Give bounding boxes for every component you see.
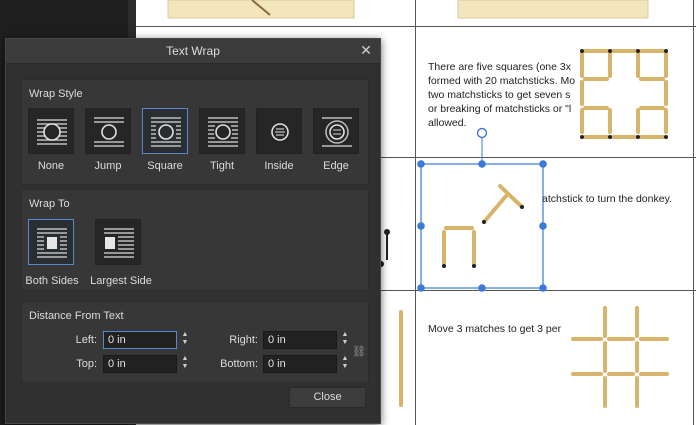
cell-text-line: two matchsticks to get seven s xyxy=(428,89,571,101)
cell-text-line: There are five squares (one 3x xyxy=(428,61,571,73)
wrap-none-label: None xyxy=(37,160,65,172)
wrap-largest-side-label: Largest Side xyxy=(90,275,152,287)
left-distance-input[interactable]: 0 in xyxy=(103,331,177,349)
cell-text-line: or breaking of matchsticks or "l xyxy=(428,103,572,115)
link-distances-icon[interactable]: ⛓ xyxy=(352,345,366,358)
wrap-inside-label: Inside xyxy=(264,160,294,172)
bottom-distance-input[interactable]: 0 in xyxy=(263,355,337,373)
left-label: Left: xyxy=(75,334,97,346)
right-label: Right: xyxy=(229,334,258,346)
wrap-square-button[interactable] xyxy=(142,108,188,154)
right-distance-input[interactable]: 0 in xyxy=(263,331,337,349)
stepper-down-icon[interactable]: ▼ xyxy=(180,339,190,347)
cell-text-line: atchstick to turn the donkey. xyxy=(542,193,672,205)
wrap-tight-icon xyxy=(208,117,238,147)
stepper-up-icon[interactable]: ▲ xyxy=(340,331,350,339)
cell-text-line: formed with 20 matchsticks. Mo xyxy=(428,75,576,87)
bottom-label: Bottom: xyxy=(220,358,258,370)
wrap-both-sides-label: Both Sides xyxy=(25,275,79,287)
wrap-none-button[interactable] xyxy=(28,108,74,154)
cell-text-line: allowed. xyxy=(428,117,467,129)
wrap-style-heading: Wrap Style xyxy=(29,88,83,100)
bottom-distance-stepper[interactable]: ▲ ▼ xyxy=(340,355,350,373)
dialog-titlebar[interactable]: Text Wrap ✕ xyxy=(6,39,380,64)
wrap-to-heading: Wrap To xyxy=(29,198,70,210)
top-distance-stepper[interactable]: ▲ ▼ xyxy=(180,355,190,373)
wrap-edge-label: Edge xyxy=(323,160,349,172)
wrap-jump-label: Jump xyxy=(94,160,122,172)
cell-text-line: Move 3 matches to get 3 per xyxy=(428,323,562,335)
wrap-tight-label: Tight xyxy=(209,160,235,172)
wrap-inside-icon xyxy=(271,123,289,141)
distance-section: Distance From Text Left: 0 in ▲ ▼ Right: … xyxy=(21,301,369,383)
stepper-down-icon[interactable]: ▼ xyxy=(340,339,350,347)
wrap-inside-button[interactable] xyxy=(256,108,302,154)
stepper-down-icon[interactable]: ▼ xyxy=(180,363,190,371)
top-label: Top: xyxy=(76,358,97,370)
wrap-both-sides-button[interactable] xyxy=(28,219,74,265)
dialog-title: Text Wrap xyxy=(166,44,220,58)
wrap-tight-button[interactable] xyxy=(199,108,245,154)
wrap-edge-button[interactable] xyxy=(313,108,359,154)
wrap-none-icon xyxy=(37,119,67,145)
wrap-jump-button[interactable] xyxy=(85,108,131,154)
close-button[interactable]: Close xyxy=(289,387,366,408)
stepper-up-icon[interactable]: ▲ xyxy=(180,355,190,363)
wrap-edge-icon xyxy=(322,117,352,147)
wrap-style-section: Wrap Style None Jump Square Tight Inside… xyxy=(21,79,369,185)
close-icon[interactable]: ✕ xyxy=(359,42,373,58)
distance-heading: Distance From Text xyxy=(29,310,124,322)
top-distance-input[interactable]: 0 in xyxy=(103,355,177,373)
stepper-up-icon[interactable]: ▲ xyxy=(180,331,190,339)
right-distance-stepper[interactable]: ▲ ▼ xyxy=(340,331,350,349)
stepper-up-icon[interactable]: ▲ xyxy=(340,355,350,363)
wrap-square-label: Square xyxy=(147,160,183,172)
wrap-jump-icon xyxy=(94,117,124,147)
stepper-down-icon[interactable]: ▼ xyxy=(340,363,350,371)
wrap-largest-side-icon xyxy=(104,228,134,258)
left-distance-stepper[interactable]: ▲ ▼ xyxy=(180,331,190,349)
wrap-largest-side-button[interactable] xyxy=(95,219,141,265)
wrap-square-icon xyxy=(151,117,181,147)
wrap-both-sides-icon xyxy=(37,228,67,258)
wrap-to-section: Wrap To Both Sides Largest Side xyxy=(21,189,369,291)
text-wrap-dialog: Text Wrap ✕ Wrap Style None Jump Square xyxy=(5,38,381,424)
